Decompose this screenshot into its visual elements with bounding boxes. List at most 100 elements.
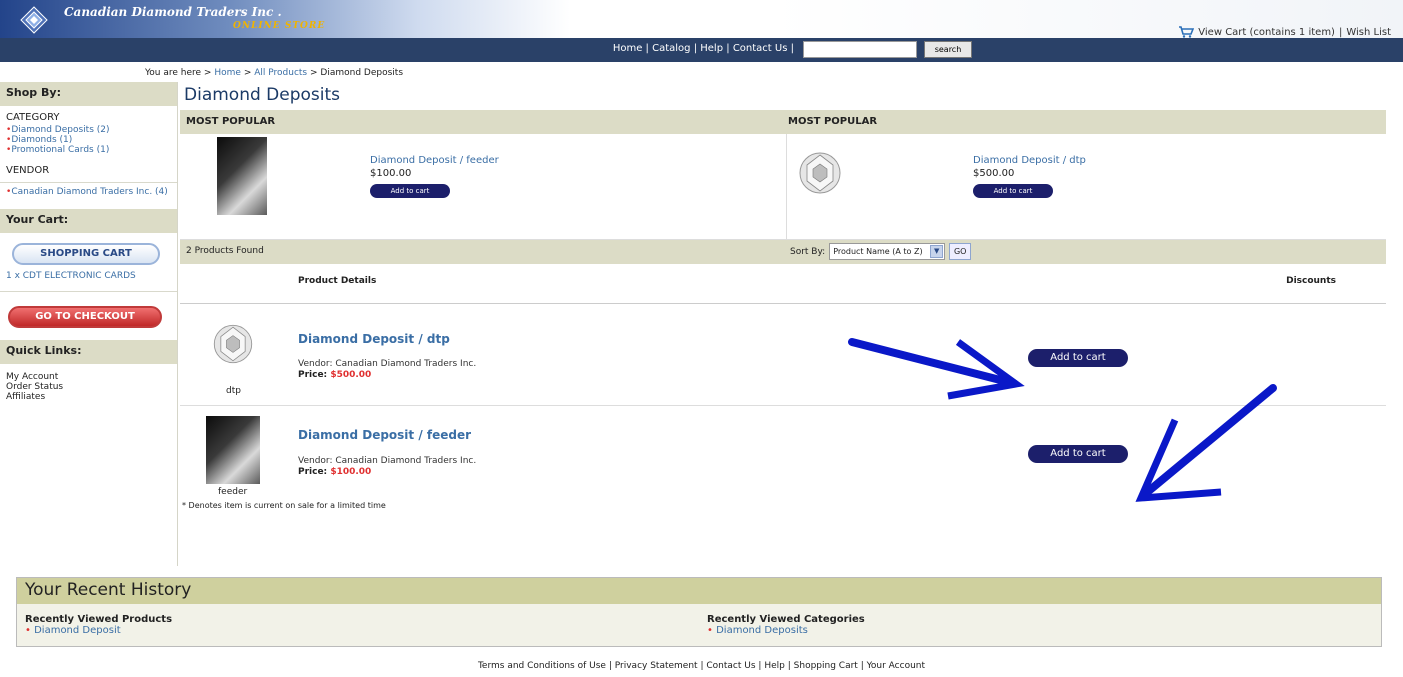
feeder-product-image[interactable] [217, 137, 267, 215]
vendor-heading: VENDOR [6, 165, 50, 176]
footer-separator: | [860, 661, 864, 671]
breadcrumb-current: Diamond Deposits [320, 68, 404, 78]
product-name-link[interactable]: Diamond Deposit / dtp [298, 332, 450, 346]
store-title[interactable]: Canadian Diamond Traders Inc . [64, 5, 282, 19]
breadcrumb-all-products[interactable]: All Products [254, 68, 307, 78]
recent-categories-heading: Recently Viewed Categories [707, 614, 865, 625]
recent-category-label[interactable]: Diamond Deposits [716, 625, 808, 636]
footer-terms[interactable]: Terms and Conditions of Use [478, 661, 606, 671]
sort-label: Sort By: [790, 246, 826, 257]
recently-viewed-products: Recently Viewed Products • Diamond Depos… [25, 614, 172, 636]
site-header: Canadian Diamond Traders Inc . ONLINE ST… [0, 0, 1403, 38]
product-name-link[interactable]: Diamond Deposit / feeder [298, 428, 471, 442]
dtp-diamond-image[interactable] [789, 144, 851, 202]
sidebar-item-diamonds[interactable]: •Diamonds (1) [0, 135, 177, 145]
footer-shopping-cart[interactable]: Shopping Cart [794, 661, 858, 671]
footer-your-account[interactable]: Your Account [867, 661, 925, 671]
recent-product-item[interactable]: • Diamond Deposit [25, 625, 172, 636]
results-count: 2 Products Found [186, 246, 264, 256]
breadcrumb-separator: > [243, 68, 252, 78]
sort-controls: Sort By: Product Name (A to Z) ▼ GO [790, 243, 972, 260]
nav-home[interactable]: Home [613, 43, 643, 54]
feeder-product-image[interactable] [206, 416, 260, 484]
search-button[interactable]: search [924, 41, 972, 58]
sidebar-item-label[interactable]: Diamond Deposits (2) [11, 125, 109, 135]
footer-separator: | [608, 661, 612, 671]
nav-separator: | [726, 43, 730, 54]
recent-category-item[interactable]: • Diamond Deposits [707, 625, 865, 636]
sort-value: Product Name (A to Z) [833, 247, 923, 256]
dtp-diamond-image[interactable] [204, 316, 262, 372]
wish-list-link[interactable]: Wish List [1346, 27, 1391, 38]
nav-catalog[interactable]: Catalog [652, 43, 690, 54]
chevron-down-icon[interactable]: ▼ [930, 245, 944, 258]
price-value: $100.00 [330, 467, 372, 477]
annotation-arrow-icon [848, 338, 1025, 400]
sidebar-item-label[interactable]: Canadian Diamond Traders Inc. (4) [11, 187, 167, 197]
sidebar-item-promotional-cards[interactable]: •Promotional Cards (1) [0, 145, 177, 155]
shopping-cart-button[interactable]: SHOPPING CART [12, 243, 160, 265]
view-cart-link[interactable]: View Cart (contains 1 item) [1198, 27, 1335, 38]
nav-links: Home | Catalog | Help | Contact Us | [0, 43, 800, 54]
nav-separator: | [693, 43, 698, 54]
popular-add-to-cart-button[interactable]: Add to cart [370, 184, 450, 198]
product-image-caption: dtp [226, 386, 241, 396]
sort-select[interactable]: Product Name (A to Z) ▼ [829, 243, 946, 260]
footer-help[interactable]: Help [764, 661, 785, 671]
checkout-button[interactable]: GO TO CHECKOUT [8, 306, 162, 328]
product-list-header: Product Details Discounts [180, 264, 1386, 304]
add-to-cart-button[interactable]: Add to cart [1028, 349, 1128, 367]
footer-links: Terms and Conditions of Use | Privacy St… [0, 661, 1403, 671]
footer-separator: | [787, 661, 791, 671]
recent-history-title: Your Recent History [17, 578, 1381, 604]
footer-contact[interactable]: Contact Us [706, 661, 755, 671]
popular-product-name[interactable]: Diamond Deposit / dtp [973, 155, 1086, 166]
quick-link-affiliates[interactable]: Affiliates [6, 392, 171, 402]
cart-icon[interactable] [1178, 26, 1195, 38]
recent-products-heading: Recently Viewed Products [25, 614, 173, 625]
search-input[interactable] [803, 41, 917, 58]
divider [0, 291, 177, 292]
price-value: $500.00 [330, 370, 372, 380]
popular-add-to-cart-button[interactable]: Add to cart [973, 184, 1053, 198]
footer-separator: | [758, 661, 762, 671]
most-popular-row: Diamond Deposit / feeder $100.00 Add to … [180, 134, 1386, 240]
product-details-heading: Product Details [298, 276, 377, 286]
breadcrumb-home[interactable]: Home [214, 68, 241, 78]
diamond-logo-icon[interactable] [20, 6, 48, 34]
add-to-cart-button[interactable]: Add to cart [1028, 445, 1128, 463]
recent-history-panel: Your Recent History Recently Viewed Prod… [16, 577, 1382, 647]
price-label: Price: [298, 370, 328, 380]
most-popular-heading: MOST POPULAR [186, 116, 276, 127]
popular-product-card: Diamond Deposit / feeder $100.00 Add to … [180, 134, 786, 240]
go-button[interactable]: GO [949, 243, 972, 260]
bullet-icon: • [25, 625, 31, 636]
popular-product-card: Diamond Deposit / dtp $500.00 Add to car… [786, 134, 1386, 240]
product-price: Price: $100.00 [298, 467, 371, 477]
cart-item[interactable]: 1 x CDT ELECTRONIC CARDS [0, 265, 177, 287]
quick-link-order-status[interactable]: Order Status [6, 382, 171, 392]
sidebar: Shop By: CATEGORY •Diamond Deposits (2) … [0, 82, 178, 566]
sidebar-item-label[interactable]: Promotional Cards (1) [11, 145, 109, 155]
page-title: Diamond Deposits [184, 85, 341, 105]
category-heading: CATEGORY [6, 112, 60, 123]
nav-contact-us[interactable]: Contact Us [733, 43, 788, 54]
popular-product-name[interactable]: Diamond Deposit / feeder [370, 155, 499, 166]
sidebar-item-diamond-deposits[interactable]: •Diamond Deposits (2) [0, 125, 177, 135]
recently-viewed-categories: Recently Viewed Categories • Diamond Dep… [707, 614, 865, 636]
sidebar-item-label[interactable]: Diamonds (1) [11, 135, 72, 145]
most-popular-heading: MOST POPULAR [788, 116, 878, 127]
popular-product-price: $500.00 [973, 168, 1015, 179]
sidebar-item-vendor[interactable]: •Canadian Diamond Traders Inc. (4) [0, 187, 177, 205]
header-separator: | [1338, 26, 1343, 38]
nav-help[interactable]: Help [700, 43, 723, 54]
quick-links: My Account Order Status Affiliates [0, 364, 177, 410]
product-vendor: Vendor: Canadian Diamond Traders Inc. [298, 359, 477, 369]
quick-link-my-account[interactable]: My Account [6, 372, 171, 382]
divider [0, 182, 177, 183]
header-cart-area: View Cart (contains 1 item) | Wish List [1178, 26, 1391, 38]
footer-privacy[interactable]: Privacy Statement [615, 661, 698, 671]
recent-product-label[interactable]: Diamond Deposit [34, 625, 121, 636]
quick-links-heading: Quick Links: [0, 340, 177, 364]
product-image-caption: feeder [218, 487, 248, 497]
